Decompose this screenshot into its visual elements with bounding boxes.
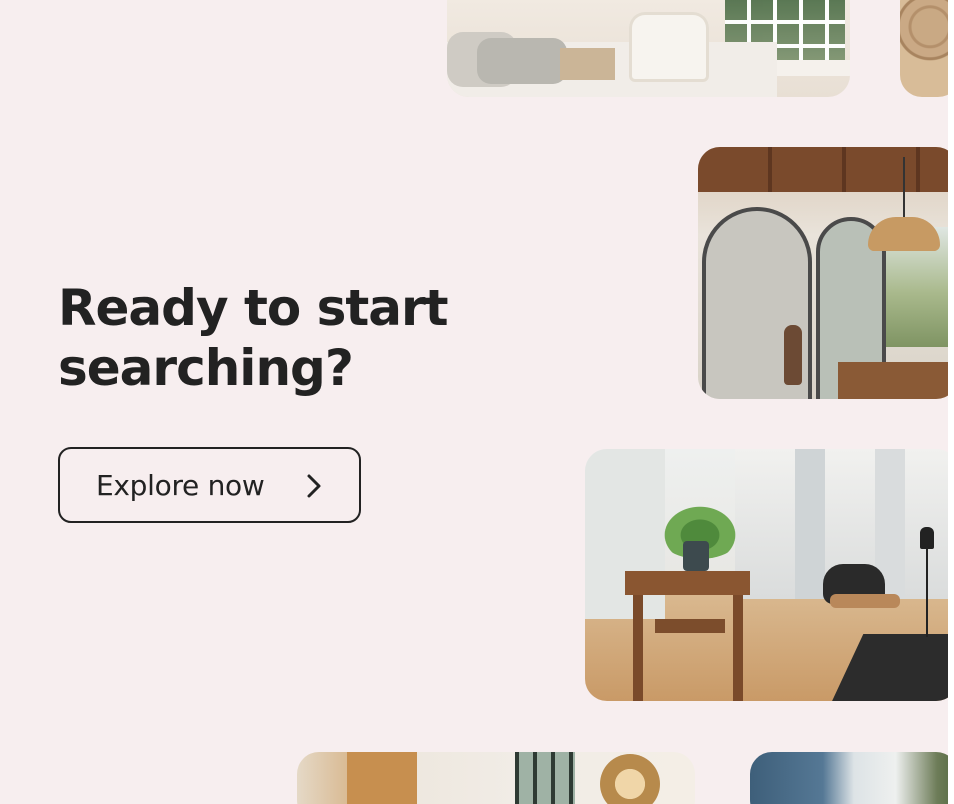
bedroom-photo bbox=[447, 0, 850, 97]
living-room-photo bbox=[297, 752, 695, 804]
city-dining-room-photo bbox=[585, 449, 948, 701]
headline-line-2: searching? bbox=[58, 339, 354, 397]
page-edge bbox=[948, 0, 954, 804]
wicker-decor-photo bbox=[900, 0, 948, 97]
page-title: Ready to start searching? bbox=[58, 278, 478, 398]
chevron-right-icon bbox=[307, 474, 321, 498]
explore-now-button[interactable]: Explore now bbox=[58, 447, 361, 523]
explore-now-label: Explore now bbox=[96, 468, 265, 502]
marketing-panel: Ready to start searching? Explore now bbox=[0, 0, 948, 804]
headline-line-1: Ready to start bbox=[58, 279, 449, 337]
blue-cabinet-photo bbox=[750, 752, 948, 804]
arched-kitchen-photo bbox=[698, 147, 948, 399]
